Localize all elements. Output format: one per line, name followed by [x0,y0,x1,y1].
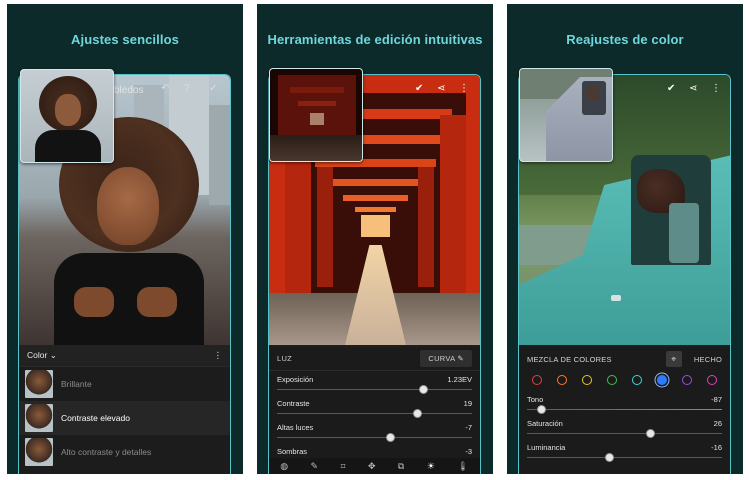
slider-value: 19 [463,399,472,408]
help-icon[interactable]: ? [184,83,190,94]
chevron-down-icon: ⌄ [49,350,57,360]
slider-label: Exposición [277,375,314,384]
crop-icon[interactable]: ⌗ [340,461,345,472]
slider-label: Sombras [277,447,308,456]
curve-button[interactable]: CURVA ✎ [420,350,472,367]
bottom-tool-bar: ◍ ✎ ⌗ ✥ ⧉ ☀ 🌡︎ [269,458,480,474]
check-circle-icon[interactable]: ✔ [415,83,423,94]
slider-knob[interactable] [536,405,546,414]
promo-panel-simple-adjustments: Ajustes sencillos bledos ↶ ? ✓ Color ⌄ ⋮ [7,4,243,474]
slider-track[interactable] [527,433,722,434]
presets-category-dropdown[interactable]: Color ⌄ ⋮ [19,345,230,367]
more-options-icon[interactable]: ⋮ [459,83,469,94]
slider-knob[interactable] [604,453,614,462]
done-button[interactable]: HECHO [694,355,722,364]
slider-track[interactable] [277,437,472,438]
promo-panel-color-adjustments: Reajustes de color ✔ ⋖ ⋮ MEZCLA DE COLOR… [507,4,743,474]
color-swatch-aqua[interactable] [631,375,642,385]
check-icon[interactable]: ✓ [209,83,217,94]
slider-label: Tono [527,395,544,404]
slider-track[interactable] [527,457,722,458]
slider-luminance[interactable]: Luminancia -16 [519,439,730,463]
presets-icon[interactable]: ◍ [280,461,288,472]
toolbar-title-partial: bledos [114,85,144,96]
slider-value: 1.23EV [447,375,472,384]
preset-item-brillante[interactable]: Brillante [19,367,230,401]
slider-value: -16 [711,443,722,452]
slider-label: Saturación [527,419,563,428]
curve-button-label: CURVA [428,354,456,363]
slider-knob[interactable] [419,385,429,394]
slider-value: -7 [465,423,472,432]
slider-label: Altas luces [277,423,314,432]
color-swatch-yellow[interactable] [582,375,593,385]
slider-saturation[interactable]: Saturación 26 [519,415,730,439]
slider-track[interactable] [527,409,722,410]
color-swatches [519,371,730,391]
preset-label: Brillante [61,379,92,389]
more-options-icon[interactable]: ⋮ [711,83,721,94]
preset-thumbnail [25,438,53,466]
slider-highlights[interactable]: Altas luces -7 [269,419,480,443]
slider-knob[interactable] [386,433,396,442]
slider-contrast[interactable]: Contraste 19 [269,395,480,419]
before-thumbnail [20,69,114,163]
color-swatch-magenta[interactable] [706,375,717,385]
panel-title: Herramientas de edición intuitivas [267,32,483,47]
more-options-icon[interactable]: ⋮ [214,350,223,361]
slider-value: 26 [713,419,722,428]
light-adjustments-panel: LUZ CURVA ✎ Exposición 1.23EV Contraste … [269,347,480,474]
color-swatch-purple[interactable] [681,375,692,385]
preset-item-alto-contraste[interactable]: Alto contraste y detalles [19,435,230,469]
dropdown-label: Color [27,350,48,360]
slider-hue[interactable]: Tono -87 [519,391,730,415]
check-circle-icon[interactable]: ✔ [667,83,675,94]
section-label: LUZ [277,354,293,363]
brush-icon[interactable]: ✎ [310,461,318,472]
color-swatch-red[interactable] [532,375,543,385]
slider-knob[interactable] [413,409,423,418]
preset-label: Contraste elevado [61,413,130,423]
slider-track[interactable] [277,389,472,390]
color-swatch-green[interactable] [607,375,618,385]
section-label: MEZCLA DE COLORES [527,354,612,364]
presets-panel: Color ⌄ ⋮ Brillante Contraste elevado Al… [19,345,230,474]
preset-item-contraste-elevado[interactable]: Contraste elevado [19,401,230,435]
slider-knob[interactable] [645,429,655,438]
healing-icon[interactable]: ✥ [368,461,376,472]
color-swatch-blue[interactable] [656,375,667,385]
color-swatch-orange[interactable] [557,375,568,385]
pencil-icon: ✎ [457,354,464,363]
color-mix-header: MEZCLA DE COLORES ⌖ HECHO [519,347,730,371]
slider-exposure[interactable]: Exposición 1.23EV [269,371,480,395]
before-thumbnail [269,68,363,162]
preset-thumbnail [25,404,53,432]
temperature-icon[interactable]: 🌡︎ [457,461,468,472]
preset-label: Alto contraste y detalles [61,447,152,457]
target-adjust-icon[interactable]: ⌖ [665,351,682,367]
share-icon[interactable]: ⋖ [437,83,445,94]
before-thumbnail [519,68,613,162]
slider-label: Luminancia [527,443,566,452]
share-icon[interactable]: ⋖ [689,83,697,94]
preset-thumbnail [25,370,53,398]
slider-label: Contraste [277,399,310,408]
slider-value: -3 [465,447,472,456]
promo-panel-editing-tools: Herramientas de edición intuitivas ✔ ⋖ ⋮ [257,4,493,474]
slider-track[interactable] [277,413,472,414]
color-mix-panel: MEZCLA DE COLORES ⌖ HECHO Tono -87 Satur… [519,347,730,474]
panel-title: Reajustes de color [566,32,684,47]
light-icon[interactable]: ☀ [427,461,435,472]
slider-value: -87 [711,395,722,404]
panel-title: Ajustes sencillos [71,32,179,47]
light-section-header: LUZ CURVA ✎ [269,347,480,371]
selective-icon[interactable]: ⧉ [398,461,404,472]
undo-icon[interactable]: ↶ [161,83,169,94]
